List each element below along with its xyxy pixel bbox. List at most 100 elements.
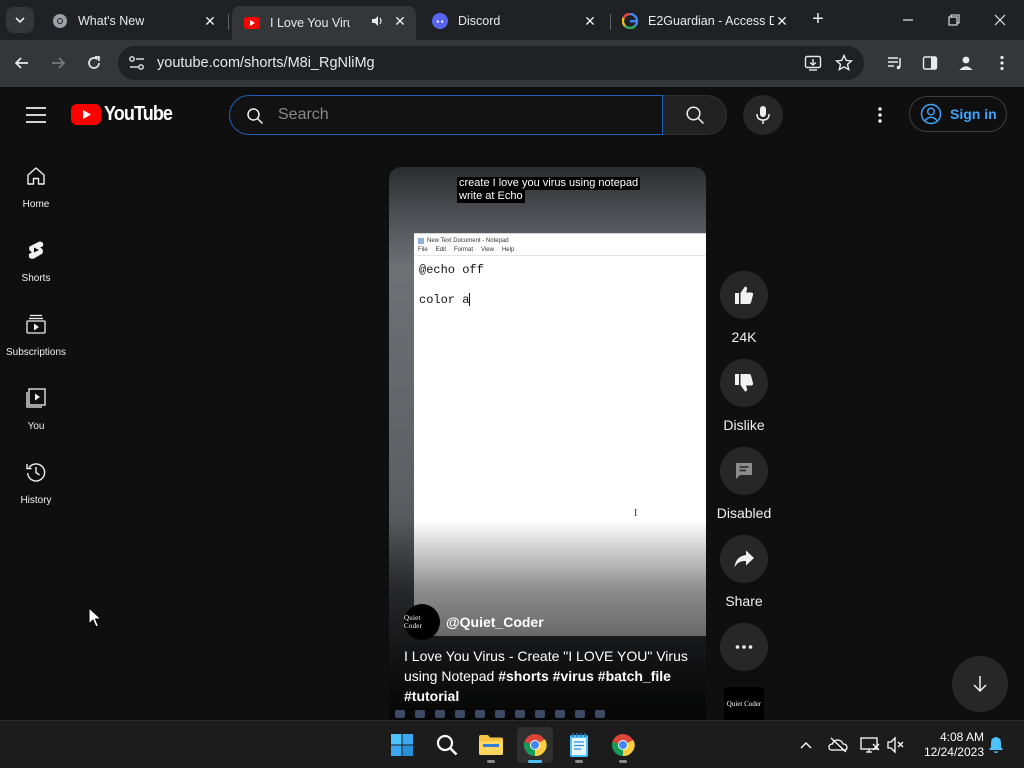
onedrive-offline-icon[interactable] xyxy=(828,735,848,755)
windows-logo-icon xyxy=(391,734,413,756)
taskbar-notepad[interactable] xyxy=(561,727,597,763)
folder-icon xyxy=(479,735,503,755)
side-panel-icon[interactable] xyxy=(919,52,941,74)
search-icon xyxy=(685,106,704,125)
channel-avatar[interactable]: Quiet Coder xyxy=(404,604,440,640)
show-hidden-icons-chevron-icon[interactable] xyxy=(796,735,816,755)
share-label: Share xyxy=(725,593,763,609)
google-icon xyxy=(622,13,638,29)
comments-button[interactable]: Disabled xyxy=(716,447,772,521)
notepad-menu-item: View xyxy=(481,247,494,253)
site-info-icon[interactable] xyxy=(128,55,146,71)
notepad-menu-item: Format xyxy=(454,247,474,253)
taskbar-chrome-active[interactable] xyxy=(517,727,553,763)
discord-icon xyxy=(432,13,448,29)
notepad-title: New Text Document - Notepad xyxy=(427,237,509,244)
more-actions-circle[interactable] xyxy=(720,623,768,671)
tab-discord[interactable]: Discord ✕ xyxy=(420,6,606,36)
tab-search-button[interactable] xyxy=(6,7,34,33)
minimize-icon[interactable] xyxy=(898,10,918,30)
dislike-button[interactable]: Dislike xyxy=(716,359,772,433)
search-button[interactable] xyxy=(663,95,727,135)
guide-label: Home xyxy=(22,199,50,210)
chrome-icon xyxy=(524,734,547,757)
close-window-icon[interactable] xyxy=(990,10,1010,30)
taskbar-clock[interactable]: 4:08 AM 12/24/2023 xyxy=(912,730,984,760)
close-icon[interactable]: ✕ xyxy=(392,13,408,29)
shorts-player[interactable]: create I love you virus using notepad wr… xyxy=(389,167,706,720)
taskbar-file-explorer[interactable] xyxy=(473,727,509,763)
close-icon[interactable]: ✕ xyxy=(774,13,790,29)
settings-more-icon[interactable] xyxy=(870,105,890,125)
notification-bell-icon[interactable] xyxy=(986,735,1006,755)
browser-tab-strip: What's New ✕ I Love You Virus - ( ✕ Disc… xyxy=(0,0,1024,40)
taskbar-thumb xyxy=(415,710,425,718)
more-actions-button[interactable] xyxy=(716,623,772,671)
close-icon[interactable]: ✕ xyxy=(582,13,598,29)
tab-separator xyxy=(228,14,229,30)
sound-channel-avatar[interactable]: Quiet Coder xyxy=(724,687,764,720)
search-box[interactable] xyxy=(229,95,663,135)
chrome-menu-icon[interactable] xyxy=(991,52,1013,74)
shorts-icon xyxy=(28,241,44,259)
caption-line: write at Echo xyxy=(457,190,525,203)
comments-circle[interactable] xyxy=(720,447,768,495)
back-arrow-icon[interactable] xyxy=(11,52,33,74)
youtube-logo[interactable]: YouTube xyxy=(71,103,180,126)
restore-icon[interactable] xyxy=(944,10,964,30)
share-button[interactable]: Share xyxy=(716,535,772,609)
address-bar[interactable]: youtube.com/shorts/M8i_RgNliMg xyxy=(118,46,864,80)
taskbar-thumb xyxy=(515,710,525,718)
next-video-button[interactable] xyxy=(952,656,1008,712)
like-circle[interactable] xyxy=(720,271,768,319)
sign-in-button[interactable]: Sign in xyxy=(909,96,1007,132)
tab-i-love-you-virus[interactable]: I Love You Virus - ( ✕ xyxy=(232,6,416,40)
guide-label: Subscriptions xyxy=(5,347,67,358)
forward-arrow-icon[interactable] xyxy=(47,52,69,74)
tab-whats-new[interactable]: What's New ✕ xyxy=(40,6,226,36)
thumbs-up-icon xyxy=(735,286,754,304)
history-icon xyxy=(26,463,46,482)
guide-item-history[interactable]: History xyxy=(0,439,72,513)
guide-item-home[interactable]: Home xyxy=(0,143,72,217)
search-input[interactable] xyxy=(278,104,638,126)
youtube-wordmark: YouTube xyxy=(104,103,173,125)
new-tab-button[interactable]: + xyxy=(808,9,828,30)
notepad-menu-item: Edit xyxy=(435,247,447,253)
speaker-icon[interactable] xyxy=(370,14,384,28)
channel-row[interactable]: Quiet Coder @Quiet_Coder xyxy=(404,604,544,640)
guide-item-shorts[interactable]: Shorts xyxy=(0,217,72,291)
reload-icon[interactable] xyxy=(83,52,105,74)
bookmark-star-icon[interactable] xyxy=(835,54,853,72)
running-indicator xyxy=(528,760,542,763)
taskbar-chrome[interactable] xyxy=(605,727,641,763)
taskbar-search-button[interactable] xyxy=(429,727,465,763)
guide-item-subscriptions[interactable]: Subscriptions xyxy=(0,291,72,365)
media-control-icon[interactable] xyxy=(884,52,906,74)
display-network-icon[interactable] xyxy=(860,735,880,755)
taskbar-thumb xyxy=(455,710,465,718)
video-title[interactable]: I Love You Virus - Create "I LOVE YOU" V… xyxy=(404,646,694,706)
profile-icon[interactable] xyxy=(955,52,977,74)
channel-handle[interactable]: @Quiet_Coder xyxy=(446,614,544,630)
search-icon xyxy=(246,107,264,125)
hashtag-link[interactable]: #tutorial xyxy=(404,688,459,704)
menu-icon[interactable] xyxy=(24,105,48,125)
like-button[interactable]: 24K xyxy=(716,271,772,345)
dislike-circle[interactable] xyxy=(720,359,768,407)
taskbar-thumb xyxy=(595,710,605,718)
tab-e2guardian[interactable]: E2Guardian - Access D ✕ xyxy=(610,6,798,36)
guide-item-you[interactable]: You xyxy=(0,365,72,439)
volume-muted-icon[interactable] xyxy=(886,735,906,755)
install-app-icon[interactable] xyxy=(804,54,822,72)
share-circle[interactable] xyxy=(720,535,768,583)
hashtag-link[interactable]: #batch_file xyxy=(598,668,671,684)
notepad-menu-item: Help xyxy=(501,247,515,253)
hashtag-link[interactable]: #shorts xyxy=(498,668,549,684)
voice-search-button[interactable] xyxy=(743,95,783,135)
clock-date: 12/24/2023 xyxy=(923,745,984,759)
close-icon[interactable]: ✕ xyxy=(202,13,218,29)
url-text[interactable]: youtube.com/shorts/M8i_RgNliMg xyxy=(157,55,375,71)
hashtag-link[interactable]: #virus xyxy=(553,668,594,684)
start-button[interactable] xyxy=(384,727,420,763)
